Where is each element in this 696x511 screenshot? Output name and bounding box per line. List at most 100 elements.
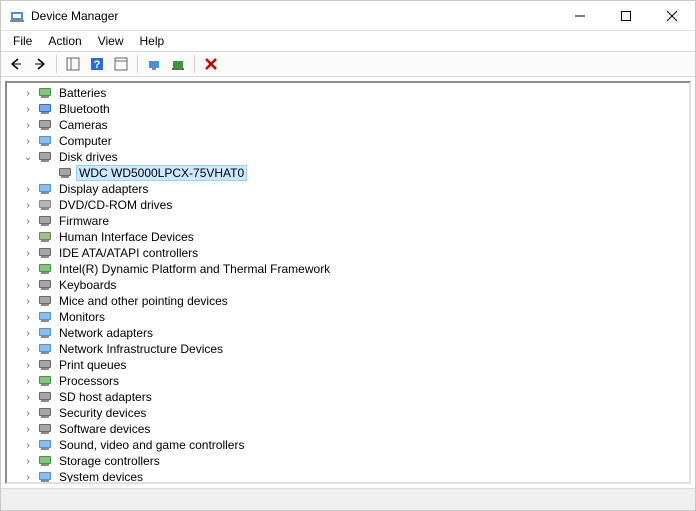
tree-item-sound-video-and-game-controllers[interactable]: ›Sound, video and game controllers (7, 437, 689, 453)
forward-button[interactable] (29, 53, 51, 75)
tree-item-network-adapters[interactable]: ›Network adapters (7, 325, 689, 341)
device-category-icon (37, 357, 53, 373)
chevron-right-icon[interactable]: › (21, 470, 35, 482)
tree-item-security-devices[interactable]: › Security devices (7, 405, 689, 421)
tree-item-disk-drives[interactable]: ⌄Disk drives (7, 149, 689, 165)
tree-item-label: WDC WD5000LPCX-75VHAT0 (77, 166, 246, 180)
help-button[interactable]: ? (86, 53, 108, 75)
tree-item-computer[interactable]: ›Computer (7, 133, 689, 149)
tree-item-system-devices[interactable]: › System devices (7, 469, 689, 482)
tree-item-human-interface-devices[interactable]: › Human Interface Devices (7, 229, 689, 245)
tree-item-label: Mice and other pointing devices (57, 294, 230, 308)
chevron-right-icon[interactable]: › (21, 406, 35, 420)
properties-icon (114, 57, 128, 71)
chevron-right-icon[interactable]: › (21, 86, 35, 100)
tree-item-label: Security devices (57, 406, 148, 420)
tree-item-label: Storage controllers (57, 454, 162, 468)
tree-item-sd-host-adapters[interactable]: ›SD host adapters (7, 389, 689, 405)
chevron-down-icon[interactable]: ⌄ (21, 150, 35, 164)
tree-item-print-queues[interactable]: › Print queues (7, 357, 689, 373)
chevron-right-icon[interactable]: › (21, 390, 35, 404)
tree-item-dvd-cd-rom-drives[interactable]: › DVD/CD-ROM drives (7, 197, 689, 213)
chevron-right-icon[interactable]: › (21, 230, 35, 244)
toolbar-separator (194, 55, 195, 73)
tree-item-label: Human Interface Devices (57, 230, 196, 244)
chevron-right-icon[interactable]: › (21, 134, 35, 148)
tree-item-processors[interactable]: › Processors (7, 373, 689, 389)
chevron-right-icon[interactable]: › (21, 294, 35, 308)
chevron-right-icon[interactable]: › (21, 118, 35, 132)
back-button[interactable] (5, 53, 27, 75)
minimize-button[interactable] (557, 1, 603, 31)
tree-item-firmware[interactable]: ›Firmware (7, 213, 689, 229)
tree-item-label: IDE ATA/ATAPI controllers (57, 246, 200, 260)
chevron-right-icon[interactable]: › (21, 198, 35, 212)
show-hide-tree-button[interactable] (62, 53, 84, 75)
chevron-right-icon[interactable]: › (21, 374, 35, 388)
tree-item-ide-ata-atapi-controllers[interactable]: › IDE ATA/ATAPI controllers (7, 245, 689, 261)
update-driver-icon (147, 57, 161, 71)
chevron-right-icon[interactable]: › (21, 214, 35, 228)
chevron-right-icon[interactable]: › (21, 422, 35, 436)
device-category-icon (37, 373, 53, 389)
chevron-right-icon[interactable]: › (21, 102, 35, 116)
scan-hardware-button[interactable] (167, 53, 189, 75)
toolbar-separator (137, 55, 138, 73)
tree-item-display-adapters[interactable]: › Display adapters (7, 181, 689, 197)
tree-item-label: Batteries (57, 86, 108, 100)
chevron-right-icon[interactable]: › (21, 438, 35, 452)
tree-item-label: Keyboards (57, 278, 118, 292)
tree-item-software-devices[interactable]: › Software devices (7, 421, 689, 437)
tree-item-label: Display adapters (57, 182, 150, 196)
device-category-icon (37, 389, 53, 405)
tree-item-label: DVD/CD-ROM drives (57, 198, 174, 212)
device-category-icon (37, 213, 53, 229)
chevron-right-icon[interactable]: › (21, 454, 35, 468)
menu-file[interactable]: File (5, 32, 40, 50)
window-title: Device Manager (31, 9, 557, 23)
menu-help[interactable]: Help (132, 32, 173, 50)
tree-item-cameras[interactable]: ›Cameras (7, 117, 689, 133)
scan-hardware-icon (171, 57, 185, 71)
tree-item-label: Print queues (57, 358, 128, 372)
chevron-right-icon[interactable]: › (21, 310, 35, 324)
tree-panel: ›Batteries›Bluetooth›Cameras›Computer⌄Di… (5, 81, 691, 484)
menu-view[interactable]: View (90, 32, 132, 50)
properties-button[interactable] (110, 53, 132, 75)
device-category-icon (37, 261, 53, 277)
device-tree[interactable]: ›Batteries›Bluetooth›Cameras›Computer⌄Di… (7, 83, 689, 482)
tree-item-bluetooth[interactable]: › Bluetooth (7, 101, 689, 117)
tree-item-network-infrastructure-devices[interactable]: › Network Infrastructure Devices (7, 341, 689, 357)
tree-item-label: Network Infrastructure Devices (57, 342, 225, 356)
tree-item-wdc-wd5000lpcx-75vhat0[interactable]: WDC WD5000LPCX-75VHAT0 (7, 165, 689, 181)
tree-item-monitors[interactable]: ›Monitors (7, 309, 689, 325)
chevron-right-icon[interactable]: › (21, 182, 35, 196)
tree-item-label: Processors (57, 374, 121, 388)
chevron-right-icon[interactable]: › (21, 342, 35, 356)
chevron-right-icon[interactable]: › (21, 278, 35, 292)
maximize-button[interactable] (603, 1, 649, 31)
device-category-icon (37, 341, 53, 357)
update-driver-button[interactable] (143, 53, 165, 75)
uninstall-device-button[interactable] (200, 53, 222, 75)
chevron-right-icon[interactable]: › (21, 246, 35, 260)
show-hide-tree-icon (66, 57, 80, 71)
maximize-icon (621, 11, 631, 21)
tree-item-label: Software devices (57, 422, 152, 436)
back-icon (9, 57, 23, 71)
chevron-right-icon[interactable]: › (21, 326, 35, 340)
close-button[interactable] (649, 1, 695, 31)
tree-item-batteries[interactable]: › Batteries (7, 85, 689, 101)
statusbar (1, 488, 695, 510)
tree-item-mice-and-other-pointing-devices[interactable]: › Mice and other pointing devices (7, 293, 689, 309)
device-category-icon (37, 101, 53, 117)
chevron-right-icon[interactable]: › (21, 262, 35, 276)
chevron-right-icon[interactable]: › (21, 358, 35, 372)
tree-item-label: System devices (57, 470, 145, 482)
disk-drive-icon (57, 165, 73, 181)
menu-action[interactable]: Action (40, 32, 89, 50)
tree-item-label: Bluetooth (57, 102, 112, 116)
tree-item-storage-controllers[interactable]: › Storage controllers (7, 453, 689, 469)
tree-item-keyboards[interactable]: › Keyboards (7, 277, 689, 293)
tree-item-intel-r-dynamic-platform-and-thermal-framework[interactable]: ›Intel(R) Dynamic Platform and Thermal F… (7, 261, 689, 277)
